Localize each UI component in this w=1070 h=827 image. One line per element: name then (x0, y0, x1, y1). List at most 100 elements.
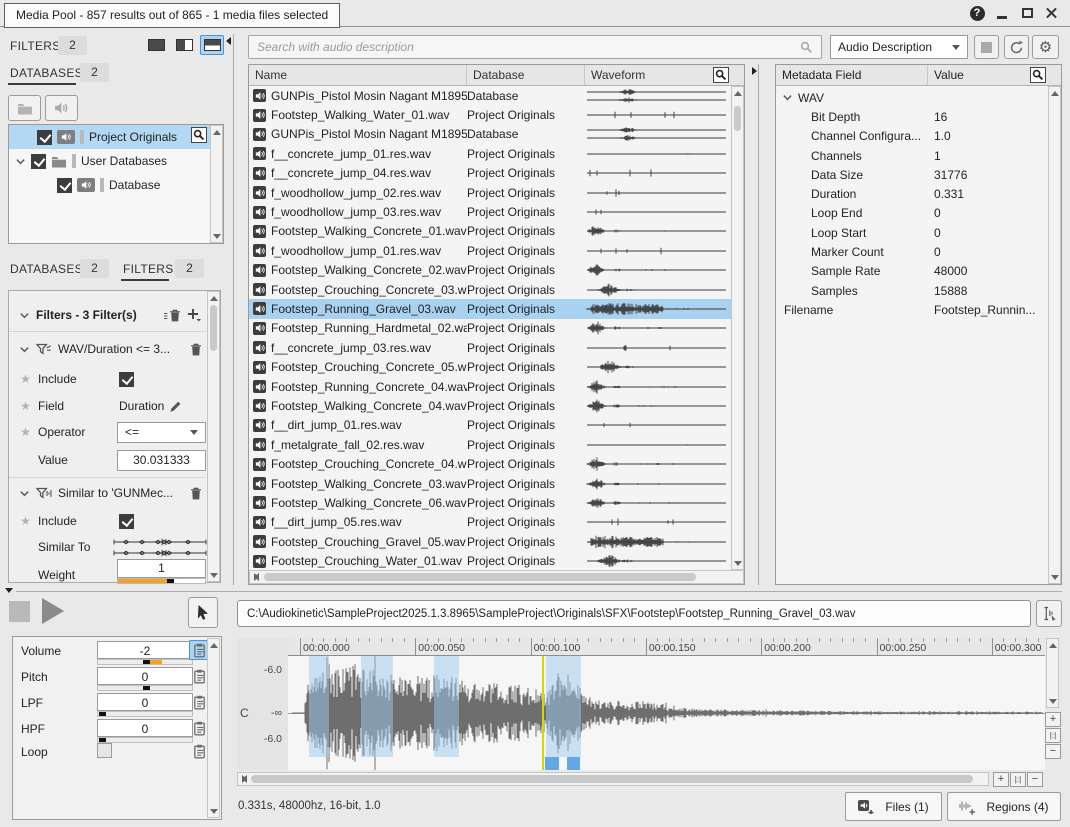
table-search-button[interactable] (713, 67, 729, 83)
table-row[interactable]: f__concrete_jump_01.res.wavProject Origi… (249, 144, 731, 163)
table-row[interactable]: f_woodhollow_jump_03.res.wavProject Orig… (249, 202, 731, 221)
table-row[interactable]: f_woodhollow_jump_01.res.wavProject Orig… (249, 241, 731, 260)
lpf-input[interactable]: 0 (97, 693, 193, 711)
play-button[interactable] (42, 598, 64, 624)
table-row[interactable]: GUNPis_Pistol Mosin Nagant M1895Database (249, 86, 731, 105)
table-row[interactable]: f__dirt_jump_01.res.wavProject Originals (249, 416, 731, 435)
filter2-header-row[interactable]: Similar to 'GUNMec... (9, 481, 202, 505)
editor-hscrollbar[interactable] (237, 772, 989, 786)
table-row[interactable]: Footstep_Crouching_Concrete_03.wProject … (249, 280, 731, 299)
column-header-metadata-field[interactable]: Metadata Field (776, 65, 928, 85)
checkbox[interactable] (37, 130, 52, 145)
table-row[interactable]: Footstep_Crouching_Concrete_04.wProject … (249, 454, 731, 473)
layout-split-vertical-button[interactable] (172, 35, 196, 55)
delete-filter-button[interactable] (190, 487, 202, 500)
left-panel-divider[interactable] (233, 34, 234, 585)
table-row[interactable]: f_metalgrate_fall_02.res.wavProject Orig… (249, 435, 731, 454)
vzoom-fit-button[interactable]: |:| (1045, 728, 1061, 743)
file-table-header[interactable]: Name Database Waveform (249, 65, 744, 86)
pitch-slider[interactable] (97, 685, 193, 691)
clear-filters-button[interactable] (164, 309, 181, 322)
hzoom-in-button[interactable]: + (993, 772, 1009, 787)
column-header-database[interactable]: Database (467, 65, 585, 85)
loop-checkbox[interactable] (97, 743, 112, 758)
hzoom-out-button[interactable]: − (1027, 772, 1043, 787)
table-row[interactable]: Footstep_Crouching_Concrete_05.wProject … (249, 357, 731, 376)
vzoom-in-button[interactable]: + (1045, 712, 1061, 727)
metadata-divider[interactable] (758, 64, 759, 585)
settings-button[interactable]: ⚙ (1032, 35, 1059, 59)
metadata-row[interactable]: Channel Configura...1.0 (776, 127, 1047, 146)
regions-button[interactable]: Regions (4) (947, 792, 1061, 821)
editor-vscrollbar[interactable] (1046, 638, 1059, 708)
chevron-down-icon[interactable] (19, 488, 30, 499)
region-marker[interactable] (545, 757, 559, 770)
tab-databases[interactable]: DATABASES (10, 262, 83, 276)
minimize-button[interactable] (994, 5, 1010, 21)
import-audio-button[interactable] (45, 95, 78, 121)
files-button[interactable]: Files (1) (845, 792, 942, 821)
tree-search-button[interactable] (191, 127, 207, 143)
close-button[interactable] (1044, 5, 1060, 21)
chevron-down-icon[interactable] (19, 310, 30, 321)
chevron-down-icon[interactable] (19, 344, 30, 355)
pick-file-button[interactable] (188, 597, 218, 628)
operator-dropdown[interactable]: <= (117, 422, 206, 443)
delete-filter-button[interactable] (190, 343, 202, 356)
filter1-header-row[interactable]: WAV/Duration <= 3... (9, 337, 202, 361)
metadata-row[interactable]: Duration0.331 (776, 184, 1047, 203)
value-input[interactable]: 30.031333 (117, 450, 206, 471)
audio-region[interactable] (434, 656, 459, 757)
tab-filters[interactable]: FILTERS (123, 262, 174, 276)
table-row[interactable]: Footstep_Crouching_Water_01.wavProject O… (249, 551, 731, 570)
layout-single-button[interactable] (144, 35, 168, 55)
metadata-row[interactable]: Loop End0 (776, 204, 1047, 223)
refresh-button[interactable] (1004, 35, 1029, 59)
table-row[interactable]: GUNPis_Pistol Mosin Nagant M1895Database (249, 125, 731, 144)
table-row[interactable]: Footstep_Walking_Water_01.wavProject Ori… (249, 105, 731, 124)
table-row[interactable]: Footstep_Walking_Concrete_01.wavProject … (249, 222, 731, 241)
vzoom-out-button[interactable]: − (1045, 744, 1061, 759)
column-header-value[interactable]: Value (928, 65, 1030, 85)
checkbox[interactable] (31, 154, 46, 169)
lpf-slider[interactable] (97, 711, 193, 717)
tree-item-database[interactable]: Database (9, 173, 223, 197)
table-row[interactable]: Footstep_Walking_Concrete_03.wavProject … (249, 474, 731, 493)
table-row[interactable]: f_woodhollow_jump_02.res.wavProject Orig… (249, 183, 731, 202)
weight-slider[interactable] (117, 578, 206, 584)
metadata-row[interactable]: Sample Rate48000 (776, 262, 1047, 281)
filters-header-row[interactable]: Filters - 3 Filter(s) (9, 303, 202, 327)
stop-button[interactable] (9, 601, 30, 622)
metadata-row[interactable]: FilenameFootstep_Runnin... (776, 300, 1047, 319)
search-input[interactable]: Search with audio description (248, 35, 822, 59)
metadata-row[interactable]: Samples15888 (776, 281, 1047, 300)
region-marker[interactable] (567, 757, 580, 770)
table-row[interactable]: Footstep_Walking_Concrete_04.wavProject … (249, 396, 731, 415)
chevron-down-icon[interactable] (15, 156, 26, 167)
chevron-down-icon[interactable] (782, 92, 793, 103)
metadata-row[interactable]: WAV (776, 88, 1047, 107)
filters-scrollbar[interactable] (207, 291, 220, 582)
metadata-header[interactable]: Metadata Field Value (776, 65, 1061, 86)
region-select-button[interactable] (1036, 600, 1062, 627)
metadata-search-button[interactable] (1030, 67, 1046, 83)
checkbox[interactable] (57, 178, 72, 193)
table-row[interactable]: Footstep_Walking_Concrete_06.wavProject … (249, 493, 731, 512)
include-checkbox[interactable] (119, 514, 134, 529)
column-header-waveform[interactable]: Waveform (585, 65, 713, 85)
stop-search-button[interactable] (974, 35, 999, 59)
audio-region[interactable] (361, 656, 393, 757)
layout-split-horizontal-button[interactable] (200, 35, 224, 55)
table-row[interactable]: Footstep_Walking_Concrete_02.wavProject … (249, 261, 731, 280)
playhead[interactable] (542, 656, 544, 770)
audio-region[interactable] (546, 656, 581, 757)
metadata-scrollbar[interactable] (1048, 86, 1061, 584)
add-filter-button[interactable] (187, 308, 202, 322)
table-row[interactable]: Footstep_Running_Hardmetal_02.waProject … (249, 319, 731, 338)
metadata-row[interactable]: Bit Depth16 (776, 107, 1047, 126)
pitch-input[interactable]: 0 (97, 667, 193, 685)
include-checkbox[interactable] (119, 372, 134, 387)
collapse-metadata-icon[interactable] (752, 67, 757, 75)
help-button[interactable]: ? (969, 5, 985, 21)
metadata-row[interactable]: Marker Count0 (776, 242, 1047, 261)
